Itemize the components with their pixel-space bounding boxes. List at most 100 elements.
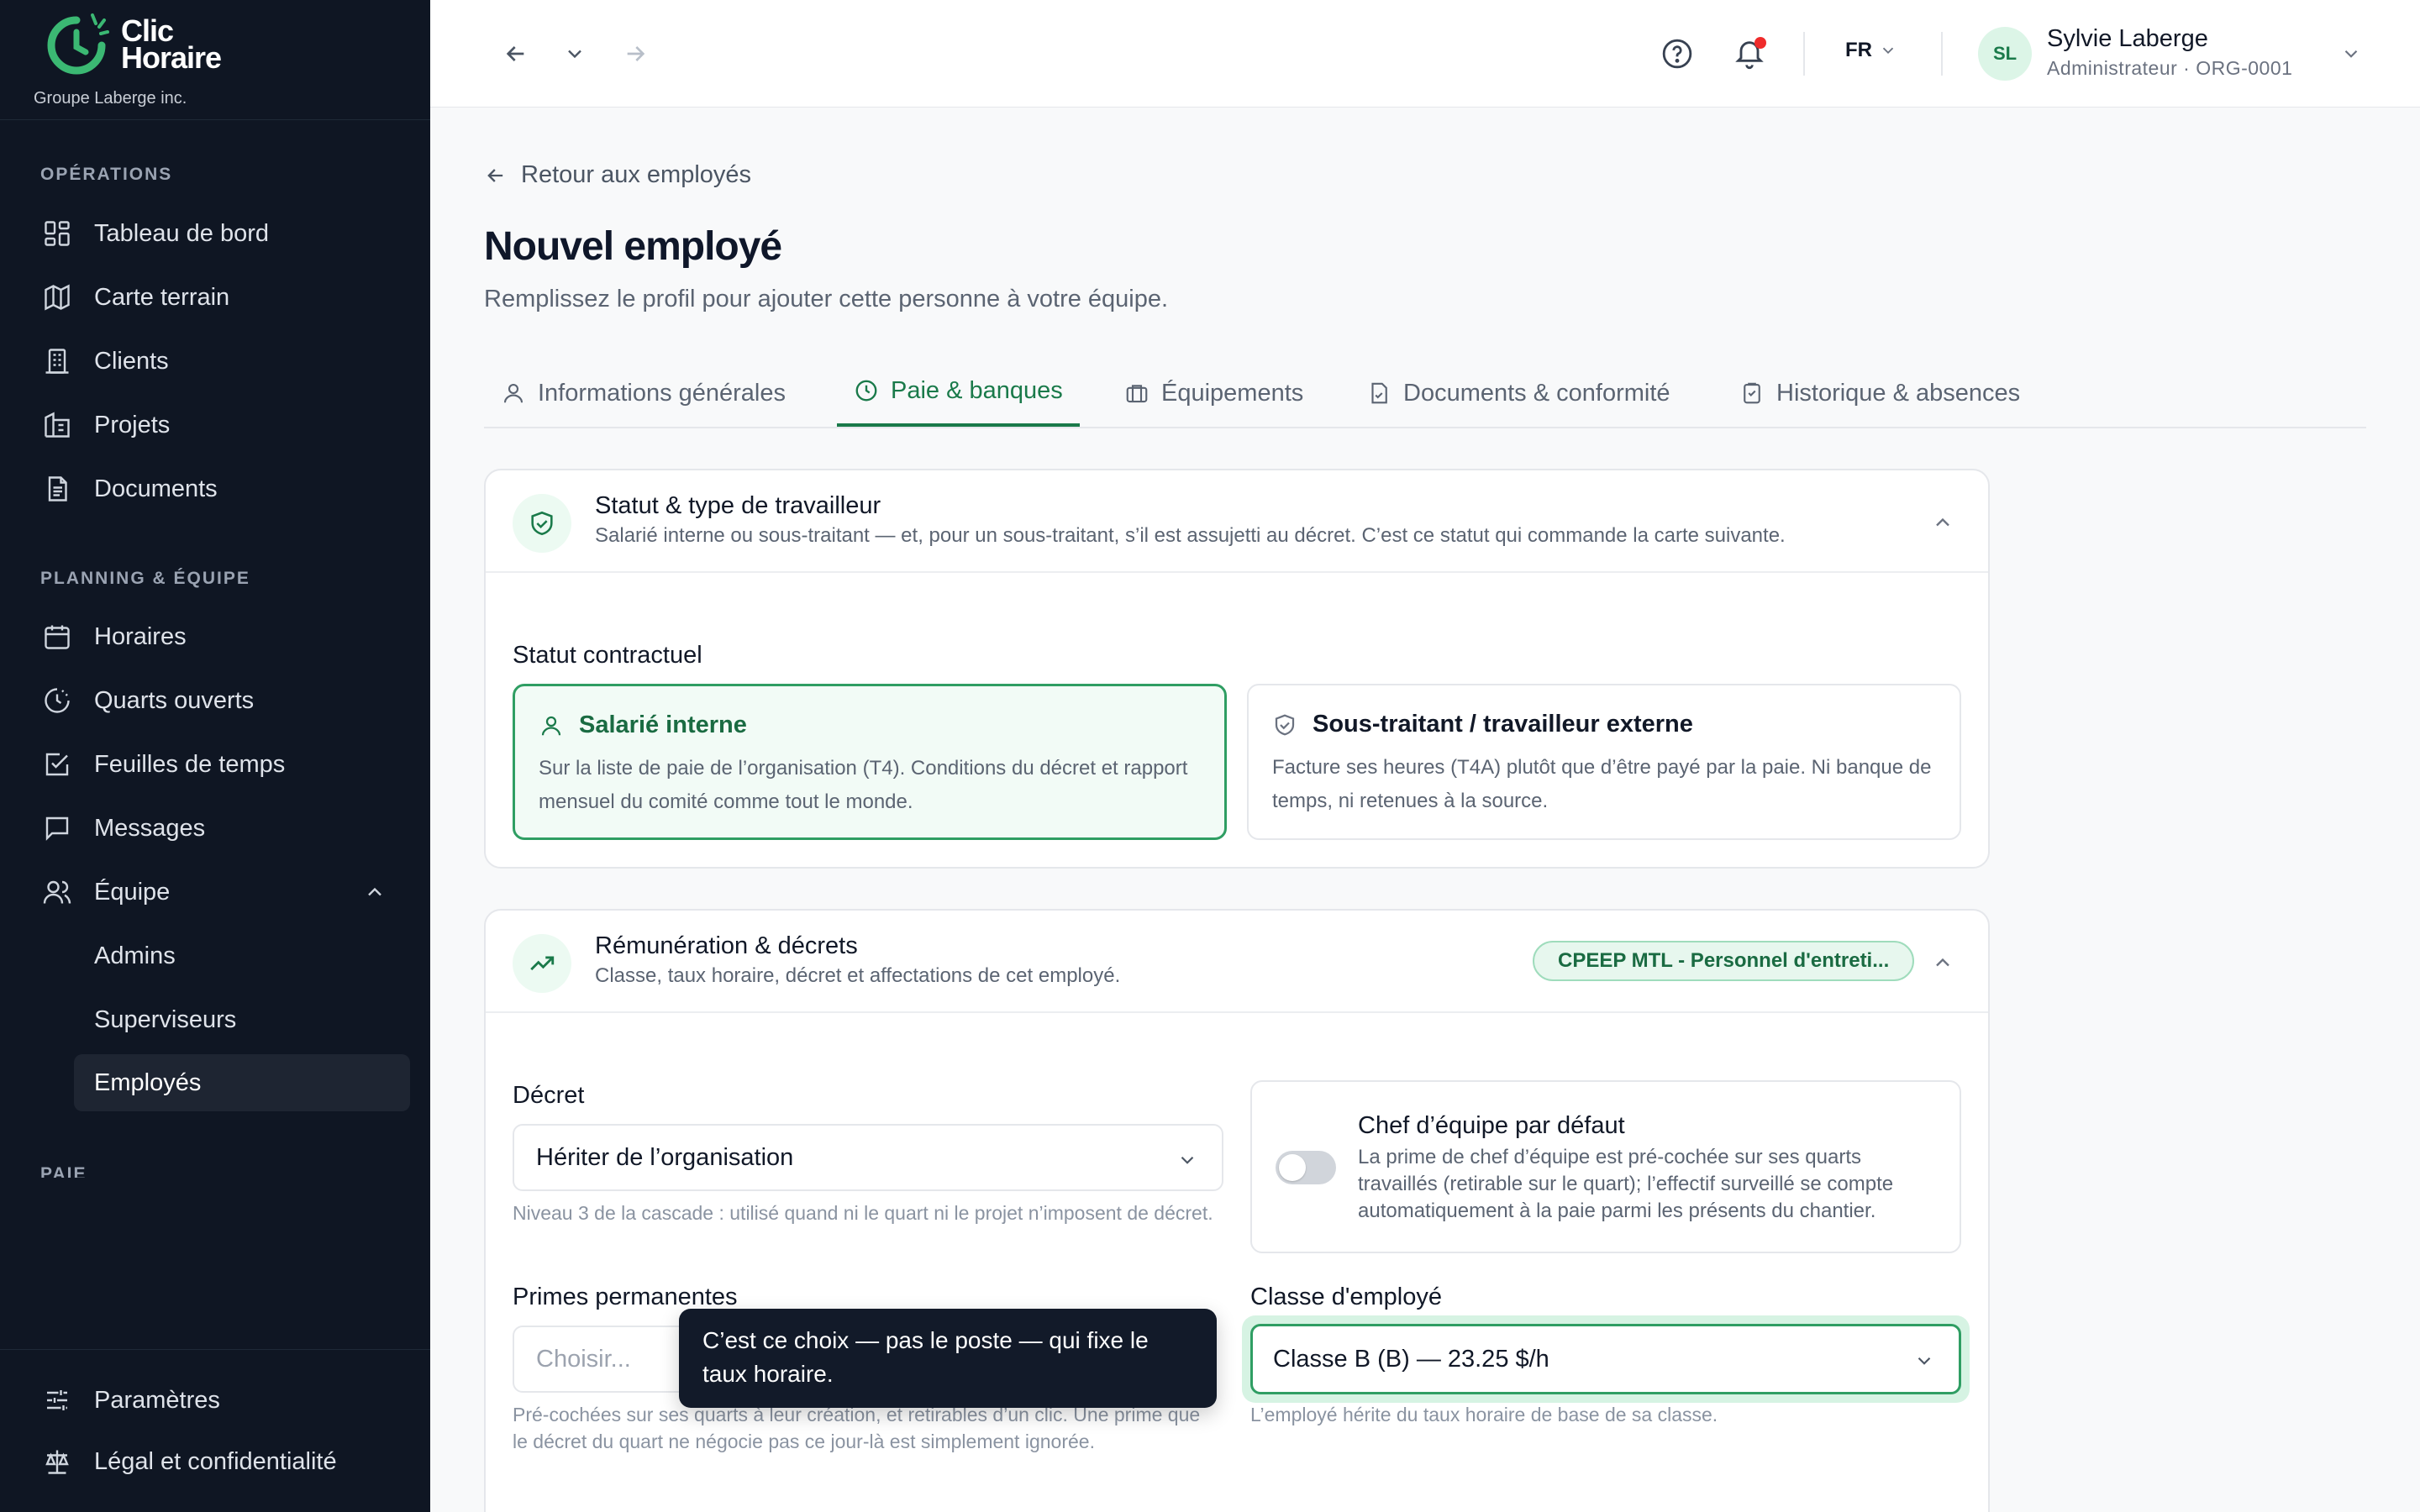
topbar-separator: [1803, 32, 1805, 76]
sidebar-item-label: Admins: [94, 942, 176, 969]
sidebar-item-label: Paramètres: [94, 1386, 220, 1414]
sidebar-item-messages[interactable]: Messages: [40, 800, 410, 857]
clock-icon: [40, 684, 74, 717]
tab-label: Informations générales: [538, 379, 786, 407]
remuneration-card-header[interactable]: Rémunération & décrets Classe, taux hora…: [486, 911, 1988, 1013]
sidebar-item-label: Tableau de bord: [94, 219, 269, 247]
statut-card-header[interactable]: Statut & type de travailleur Salarié int…: [486, 470, 1988, 573]
statut-contractuel-label: Statut contractuel: [513, 642, 702, 669]
building-icon: [40, 344, 74, 378]
card-description: Classe, taux horaire, décret et affectat…: [595, 964, 1121, 987]
tab-historique-absences[interactable]: Historique & absences: [1723, 358, 2037, 428]
sidebar-item-label: Équipe: [94, 878, 171, 906]
chevron-down-icon: [1913, 1350, 1935, 1378]
tab-documents-conformite[interactable]: Documents & conformité: [1349, 358, 1687, 428]
classe-select[interactable]: Classe B (B) — 23.25 $/h: [1250, 1324, 1961, 1394]
message-icon: [40, 811, 74, 845]
sidebar-divider: [0, 119, 430, 120]
section-title-operations: OPÉRATIONS: [40, 165, 173, 184]
trending-up-icon: [513, 934, 571, 993]
card-title: Statut & type de travailleur: [595, 492, 881, 519]
language-selector[interactable]: FR: [1845, 39, 1897, 62]
arrow-left-icon: [487, 168, 503, 182]
sidebar-item-admins[interactable]: Admins: [74, 927, 410, 984]
sidebar-item-label: Horaires: [94, 622, 187, 650]
page-title: Nouvel employé: [484, 224, 782, 269]
scale-icon: [40, 1445, 74, 1478]
language-code: FR: [1845, 39, 1872, 61]
option-sous-traitant[interactable]: Sous-traitant / travailleur externe Fact…: [1247, 684, 1961, 840]
document-check-icon: [1366, 381, 1392, 406]
tab-bar: Informations générales Paie & banques Éq…: [484, 358, 2366, 428]
back-to-employees-link[interactable]: Retour aux employés: [484, 161, 751, 189]
user-menu-chevron-icon[interactable]: [2338, 40, 2365, 67]
chevron-up-icon[interactable]: [1931, 511, 1954, 538]
sidebar-item-legal[interactable]: Légal et confidentialité: [40, 1433, 410, 1490]
section-title-paie: PAIE: [40, 1164, 87, 1178]
chevron-up-icon[interactable]: [363, 880, 387, 911]
sidebar-item-documents[interactable]: Documents: [40, 460, 410, 517]
decret-value: Hériter de l’organisation: [536, 1143, 794, 1171]
tab-equipements[interactable]: Équipements: [1107, 358, 1320, 428]
sidebar-item-quarts-ouverts[interactable]: Quarts ouverts: [40, 672, 410, 729]
sidebar-item-carte-terrain[interactable]: Carte terrain: [40, 269, 410, 326]
option-salarie-interne[interactable]: Salarié interne Sur la liste de paie de …: [513, 684, 1227, 840]
map-icon: [40, 281, 74, 314]
chef-equipe-description: La prime de chef d’équipe est pré-cochée…: [1358, 1146, 1894, 1222]
tab-label: Documents & conformité: [1403, 379, 1670, 407]
sidebar-item-superviseurs[interactable]: Superviseurs: [74, 991, 410, 1048]
option-description: Facture ses heures (T4A) plutôt que d’êt…: [1272, 756, 1932, 812]
chevron-down-icon: [1176, 1149, 1198, 1178]
sidebar-item-parametres[interactable]: Paramètres: [40, 1372, 410, 1429]
sidebar-item-employes[interactable]: Employés: [74, 1054, 410, 1111]
sidebar-item-label: Feuilles de temps: [94, 750, 286, 778]
sidebar-item-label: Superviseurs: [94, 1005, 237, 1033]
document-icon: [40, 472, 74, 506]
sidebar-item-label: Quarts ouverts: [94, 686, 255, 714]
decret-label: Décret: [513, 1082, 585, 1109]
sidebar-item-label: Messages: [94, 814, 206, 842]
page-subtitle: Remplissez le profil pour ajouter cette …: [484, 286, 1169, 312]
sidebar-item-label: Documents: [94, 475, 218, 502]
sidebar-item-feuilles-de-temps[interactable]: Feuilles de temps: [40, 736, 410, 793]
sidebar-item-label: Clients: [94, 347, 169, 375]
logo-clock-icon: [40, 8, 113, 81]
topbar: FR SL Sylvie Laberge Administrateur · OR…: [430, 0, 2420, 108]
decret-select[interactable]: Hériter de l’organisation: [513, 1124, 1223, 1191]
chef-equipe-toggle[interactable]: [1276, 1151, 1336, 1184]
sidebar-item-clients[interactable]: Clients: [40, 333, 410, 390]
clipboard-icon: [1739, 381, 1765, 406]
sidebar-item-projets[interactable]: Projets: [40, 396, 410, 454]
decret-badge: CPEEP MTL - Personnel d'entreti...: [1533, 941, 1915, 981]
sidebar-item-equipe[interactable]: Équipe: [40, 864, 410, 921]
history-chevron-down-icon[interactable]: [558, 37, 592, 71]
back-arrow-icon[interactable]: [499, 37, 533, 71]
option-description: Sur la liste de paie de l’organisation (…: [539, 757, 1188, 813]
sidebar-item-label: Employés: [94, 1068, 202, 1096]
app-name: Clic Horaire: [121, 13, 222, 75]
decret-hint: Niveau 3 de la cascade : utilisé quand n…: [513, 1202, 1213, 1224]
chevron-up-icon[interactable]: [1931, 951, 1954, 979]
help-icon[interactable]: [1659, 35, 1696, 72]
notification-dot: [1754, 37, 1766, 49]
sidebar-item-horaires[interactable]: Horaires: [40, 608, 410, 665]
sidebar-divider: [0, 1349, 430, 1350]
notification-bell-icon[interactable]: [1729, 34, 1770, 74]
forward-arrow-icon[interactable]: [618, 37, 652, 71]
user-name[interactable]: Sylvie Laberge: [2047, 25, 2208, 53]
classe-tooltip: C’est ce choix — pas le poste — qui fixe…: [679, 1309, 1217, 1408]
tab-informations-generales[interactable]: Informations générales: [484, 358, 802, 428]
topbar-separator: [1941, 32, 1943, 76]
app-logo[interactable]: Clic Horaire: [40, 8, 222, 81]
user-icon: [539, 713, 564, 743]
sliders-icon: [40, 1383, 74, 1417]
avatar[interactable]: SL: [1978, 27, 2032, 81]
card-description: Salarié interne ou sous-traitant — et, p…: [595, 524, 1786, 547]
section-title-planning: PLANNING & ÉQUIPE: [40, 569, 250, 588]
sidebar-item-tableau-de-bord[interactable]: Tableau de bord: [40, 205, 410, 262]
classe-hint: L’employé hérite du taux horaire de base…: [1250, 1404, 1718, 1425]
tab-label: Historique & absences: [1776, 379, 2021, 407]
timesheet-icon: [40, 748, 74, 781]
chevron-down-icon: [1882, 47, 1894, 55]
tab-paie-banques[interactable]: Paie & banques: [837, 358, 1080, 427]
